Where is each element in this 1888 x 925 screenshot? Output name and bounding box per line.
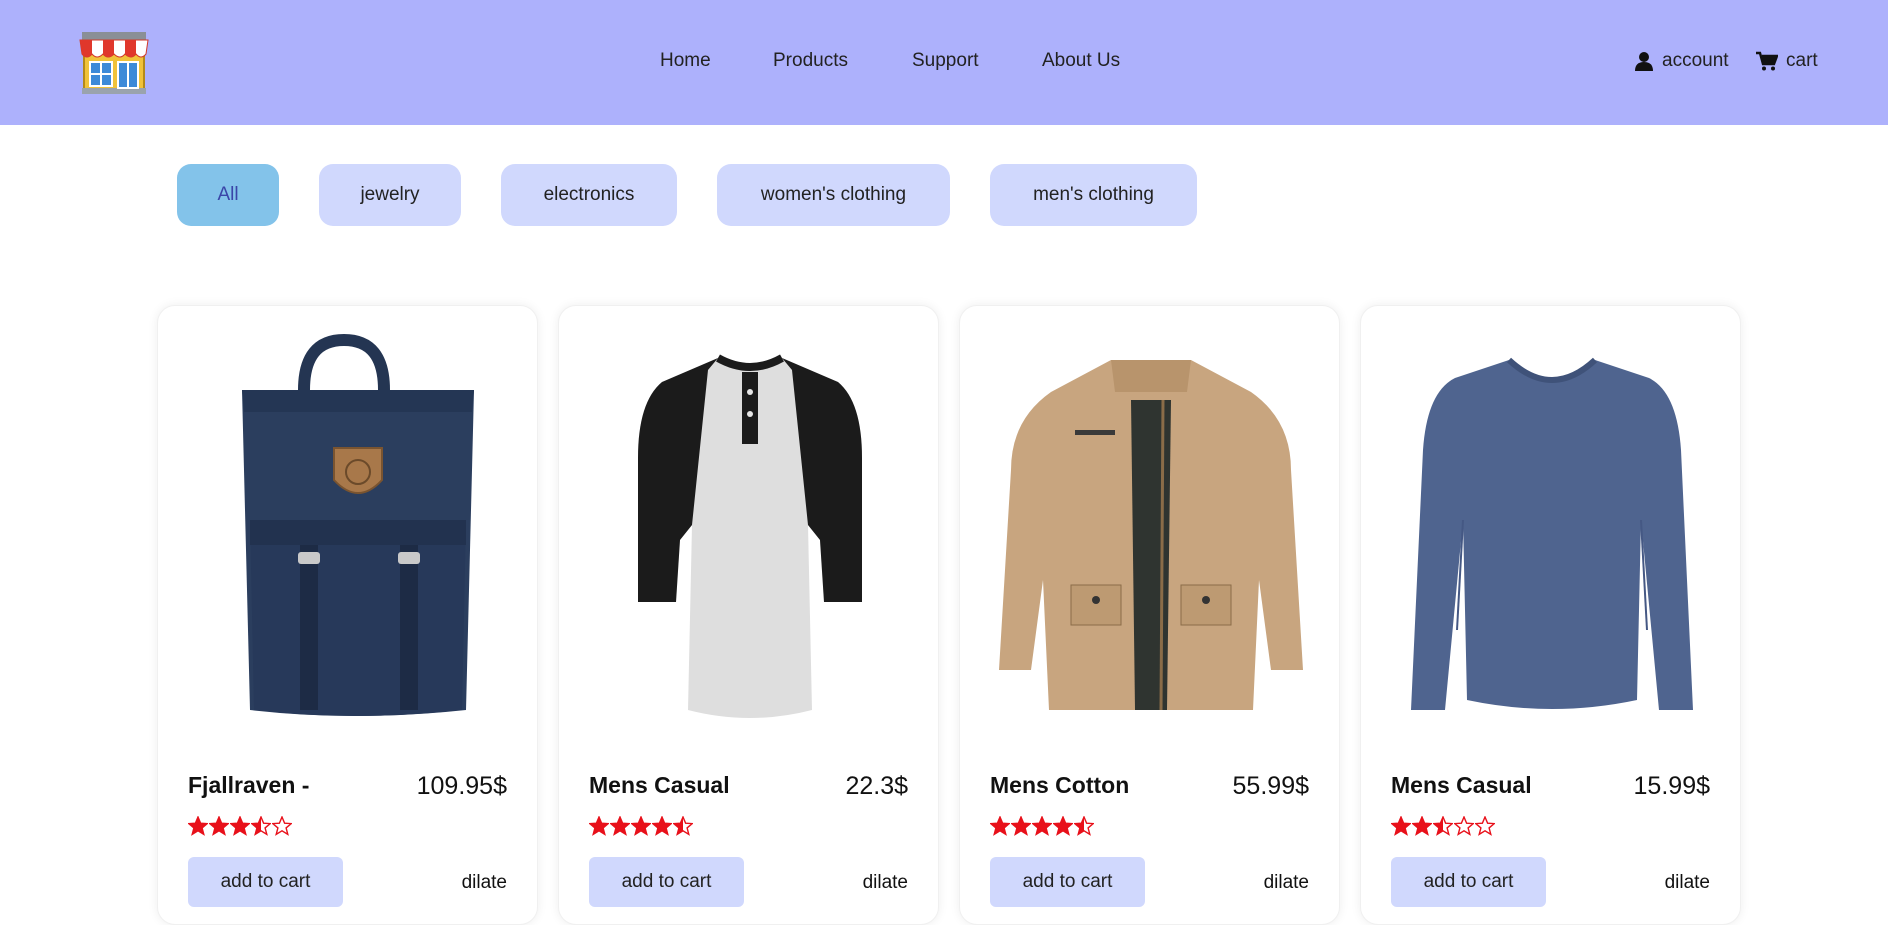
product-price: 109.95$ [416, 772, 507, 800]
nav-products-link[interactable]: Products [773, 50, 848, 72]
star-full-icon [1011, 816, 1031, 836]
star-full-icon [610, 816, 630, 836]
add-to-cart-button[interactable]: add to cart [990, 857, 1145, 907]
star-half-icon [251, 816, 271, 836]
filter-jewelry-button[interactable]: jewelry [319, 164, 461, 226]
star-empty-icon [1454, 816, 1474, 836]
star-full-icon [1032, 816, 1052, 836]
details-link[interactable]: dilate [462, 872, 507, 894]
star-full-icon [1391, 816, 1411, 836]
add-to-cart-button[interactable]: add to cart [188, 857, 343, 907]
backpack-image[interactable] [178, 330, 519, 730]
star-full-icon [589, 816, 609, 836]
product-price: 15.99$ [1633, 772, 1710, 800]
product-card[interactable]: Mens Cotton 55.99$ add to cart dilate [959, 305, 1340, 925]
star-full-icon [230, 816, 250, 836]
star-half-icon [1074, 816, 1094, 836]
star-empty-icon [272, 816, 292, 836]
product-card[interactable]: Fjallraven - 109.95$ add to cart dilate [157, 305, 538, 925]
nav-about-us-link[interactable]: About Us [1042, 50, 1120, 72]
add-to-cart-button[interactable]: add to cart [589, 857, 744, 907]
product-title[interactable]: Fjallraven - [188, 772, 309, 799]
longsleeve-shirt-image[interactable] [1381, 330, 1722, 730]
account-label: account [1662, 50, 1729, 71]
filter-mens-clothing-button[interactable]: men's clothing [990, 164, 1197, 226]
cart-icon [1756, 51, 1778, 71]
nav-home-link[interactable]: Home [660, 50, 711, 72]
details-link[interactable]: dilate [1264, 872, 1309, 894]
cotton-jacket-image[interactable] [980, 330, 1321, 730]
product-title[interactable]: Mens Casual [589, 772, 730, 799]
raglan-tshirt-image[interactable] [579, 330, 920, 730]
product-title[interactable]: Mens Casual [1391, 772, 1532, 799]
rating-stars [188, 816, 292, 836]
star-half-icon [1433, 816, 1453, 836]
star-full-icon [209, 816, 229, 836]
star-half-icon [673, 816, 693, 836]
product-price: 22.3$ [845, 772, 908, 800]
user-icon [1635, 52, 1653, 71]
nav-support-link[interactable]: Support [912, 50, 979, 72]
rating-stars [1391, 816, 1495, 836]
account-link[interactable]: account [1634, 50, 1729, 72]
star-full-icon [990, 816, 1010, 836]
star-empty-icon [1475, 816, 1495, 836]
details-link[interactable]: dilate [863, 872, 908, 894]
main-nav: Home Products Support About Us [0, 50, 1888, 76]
product-title[interactable]: Mens Cotton [990, 772, 1129, 799]
rating-stars [589, 816, 693, 836]
top-header: Home Products Support About Us account c… [0, 0, 1888, 125]
star-full-icon [631, 816, 651, 836]
filter-electronics-button[interactable]: electronics [501, 164, 677, 226]
star-full-icon [188, 816, 208, 836]
details-link[interactable]: dilate [1665, 872, 1710, 894]
category-filters: All jewelry electronics women's clothing… [0, 164, 1888, 226]
rating-stars [990, 816, 1094, 836]
star-full-icon [652, 816, 672, 836]
product-price: 55.99$ [1232, 772, 1309, 800]
add-to-cart-button[interactable]: add to cart [1391, 857, 1546, 907]
star-full-icon [1053, 816, 1073, 836]
filter-womens-clothing-button[interactable]: women's clothing [717, 164, 950, 226]
product-card[interactable]: Mens Casual 15.99$ add to cart dilate [1360, 305, 1741, 925]
filter-all-button[interactable]: All [177, 164, 279, 226]
cart-label: cart [1786, 50, 1818, 71]
star-full-icon [1412, 816, 1432, 836]
cart-link[interactable]: cart [1756, 50, 1818, 72]
product-card[interactable]: Mens Casual 22.3$ add to cart dilate [558, 305, 939, 925]
